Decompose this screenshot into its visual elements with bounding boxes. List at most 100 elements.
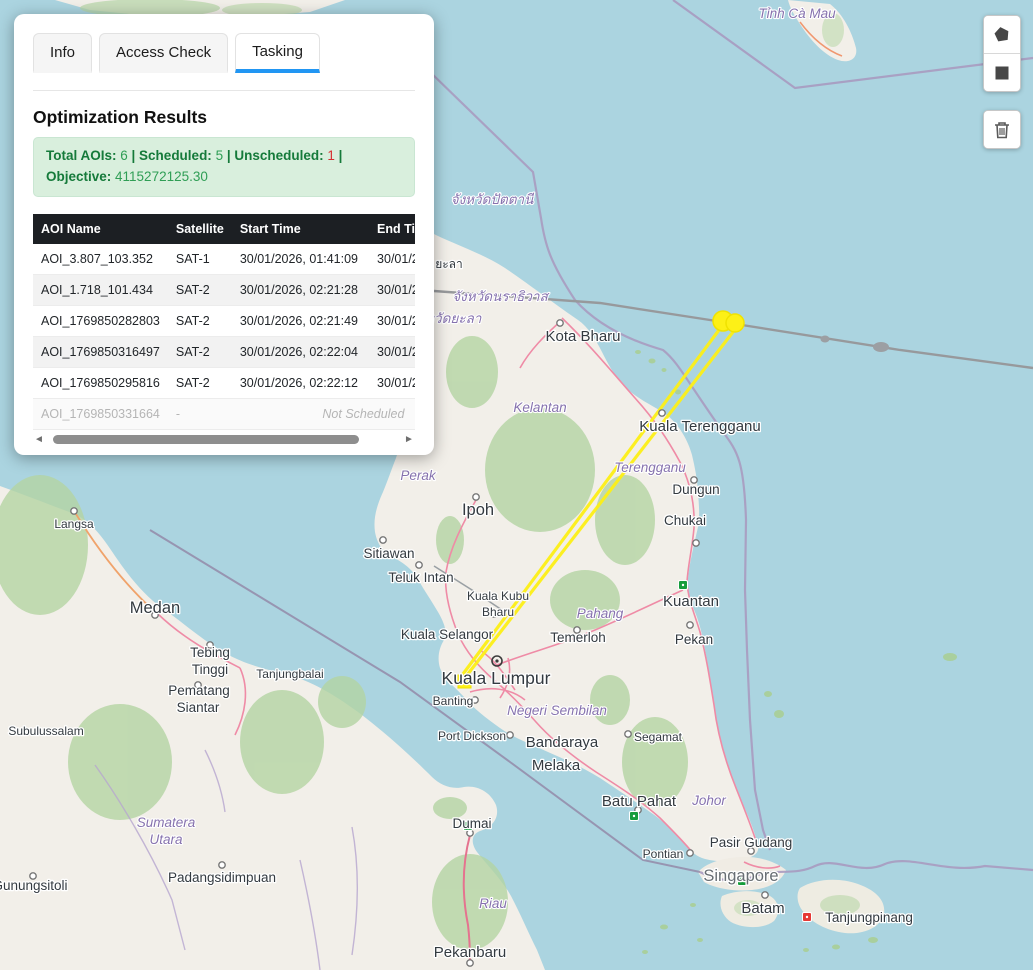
map-label: จังหวัดนราธิวาส (452, 289, 549, 304)
map-label: Pasir Gudang (710, 835, 793, 850)
draw-control-group (983, 15, 1021, 92)
trash-icon (993, 120, 1011, 140)
map-label: Teluk Intan (388, 570, 453, 585)
column-header: AOI Name (33, 214, 168, 244)
map-label: Langsa (54, 517, 94, 531)
aoi-marker-center (806, 916, 808, 918)
map-label: Singapore (703, 867, 778, 885)
summary-segment: | (223, 148, 234, 163)
table-header-row: AOI NameSatelliteStart TimeEnd Time (33, 214, 415, 244)
column-header: Start Time (232, 214, 369, 244)
summary-segment: Total AOIs: (46, 148, 120, 163)
results-table: AOI NameSatelliteStart TimeEnd Time AOI_… (33, 214, 415, 430)
map-label: Terengganu (614, 460, 686, 475)
map-label: Tỉnh Cà Mau (758, 6, 836, 21)
map-label: Tinggi (192, 662, 228, 677)
table-cell: AOI_1769850316497 (33, 336, 168, 367)
tab-access-check[interactable]: Access Check (99, 33, 228, 73)
map-label: Pematang (168, 683, 230, 698)
map-label: Tanjungbalai (256, 667, 323, 681)
city-dot (625, 731, 631, 737)
tab-info[interactable]: Info (33, 33, 92, 73)
tasking-panel: InfoAccess CheckTasking Optimization Res… (14, 14, 434, 455)
map-label: Padangsidimpuan (168, 870, 276, 885)
delete-shapes-button[interactable] (984, 111, 1020, 148)
map-label: ยะลา (435, 257, 463, 271)
tab-tasking[interactable]: Tasking (235, 33, 320, 73)
tab-divider (33, 90, 415, 91)
table-cell: - (168, 398, 232, 429)
table-cell: AOI_3.807_103.352 (33, 244, 168, 275)
map-label: Pekanbaru (434, 944, 507, 961)
table-cell: 30/01/2026, 0 (369, 244, 415, 275)
map-label: Johor (691, 793, 726, 808)
map-label: Tanjungpinang (825, 910, 913, 925)
map-label: Sitiawan (363, 546, 414, 561)
summary-segment: Unscheduled: (234, 148, 327, 163)
scrollbar-thumb[interactable] (53, 435, 359, 444)
table-cell: Not Scheduled (232, 398, 415, 429)
city-dot (219, 862, 225, 868)
city-dot (507, 732, 513, 738)
map-label: Dungun (672, 482, 719, 497)
city-dot (687, 850, 693, 856)
table-cell: 30/01/2026, 02:22:12 (232, 367, 369, 398)
panel-heading: Optimization Results (33, 107, 415, 128)
table-cell: SAT-2 (168, 274, 232, 305)
table-cell: AOI_1.718_101.434 (33, 274, 168, 305)
app-window: Tỉnh Cà Mauจังหวัดปัตตานียะลาจังหวัดนราธ… (0, 0, 1033, 970)
draw-polygon-button[interactable] (984, 16, 1020, 53)
route-dot (821, 336, 830, 343)
table-cell: 30/01/2026, 0 (369, 336, 415, 367)
aoi-footprint-circle[interactable] (726, 314, 744, 332)
horizontal-scrollbar[interactable]: ◄ ► (33, 432, 415, 447)
scrollbar-track[interactable] (45, 435, 403, 444)
map-label: Banting (433, 694, 474, 708)
table-cell: 30/01/2026, 0 (369, 367, 415, 398)
table-cell: 30/01/2026, 02:21:28 (232, 274, 369, 305)
map-controls (983, 15, 1021, 149)
capital-city-icon-dot (495, 659, 498, 662)
table-cell: SAT-2 (168, 336, 232, 367)
summary-segment: | (128, 148, 139, 163)
column-header: Satellite (168, 214, 232, 244)
results-table-wrap: AOI NameSatelliteStart TimeEnd Time AOI_… (33, 214, 415, 430)
aoi-marker-center (682, 584, 684, 586)
map-label: Kuala Terengganu (639, 418, 761, 435)
scroll-left-arrow-icon[interactable]: ◄ (33, 432, 45, 447)
table-body: AOI_3.807_103.352SAT-130/01/2026, 01:41:… (33, 244, 415, 430)
city-dot (659, 410, 665, 416)
table-row: AOI_1769850295816SAT-230/01/2026, 02:22:… (33, 367, 415, 398)
map-label: Siantar (177, 700, 220, 715)
table-cell: AOI_1769850331664 (33, 398, 168, 429)
map-label: Temerloh (550, 630, 606, 645)
map-label: Kuala Kubu (467, 589, 529, 603)
map-label: Dumai (452, 816, 491, 831)
scroll-right-arrow-icon[interactable]: ► (403, 432, 415, 447)
map-label: Perak (400, 468, 437, 483)
map-label: Batu Pahat (602, 793, 677, 810)
table-cell: SAT-2 (168, 305, 232, 336)
map-label: Kota Bharu (545, 328, 620, 345)
optimization-summary: Total AOIs: 6 | Scheduled: 5 | Unschedul… (33, 137, 415, 197)
table-row: AOI_3.807_103.352SAT-130/01/2026, 01:41:… (33, 244, 415, 275)
map-label: Subulussalam (8, 724, 83, 738)
map-label: Pahang (577, 606, 624, 621)
table-cell: AOI_1769850282803 (33, 305, 168, 336)
rectangle-icon (992, 63, 1012, 83)
summary-segment: | (335, 148, 343, 163)
summary-segment: 6 (120, 148, 128, 163)
tab-bar: InfoAccess CheckTasking (33, 33, 415, 73)
map-label: Kelantan (513, 400, 566, 415)
map-label: Gunungsitoli (0, 878, 68, 893)
city-dot (687, 622, 693, 628)
summary-segment: Objective: (46, 169, 115, 184)
city-dot (557, 320, 563, 326)
column-header: End Time (369, 214, 415, 244)
city-dot (473, 494, 479, 500)
map-label: Ipoh (462, 501, 494, 519)
city-dot (762, 892, 768, 898)
draw-rectangle-button[interactable] (984, 53, 1020, 91)
map-label: Riau (479, 896, 507, 911)
table-cell: 30/01/2026, 01:41:09 (232, 244, 369, 275)
